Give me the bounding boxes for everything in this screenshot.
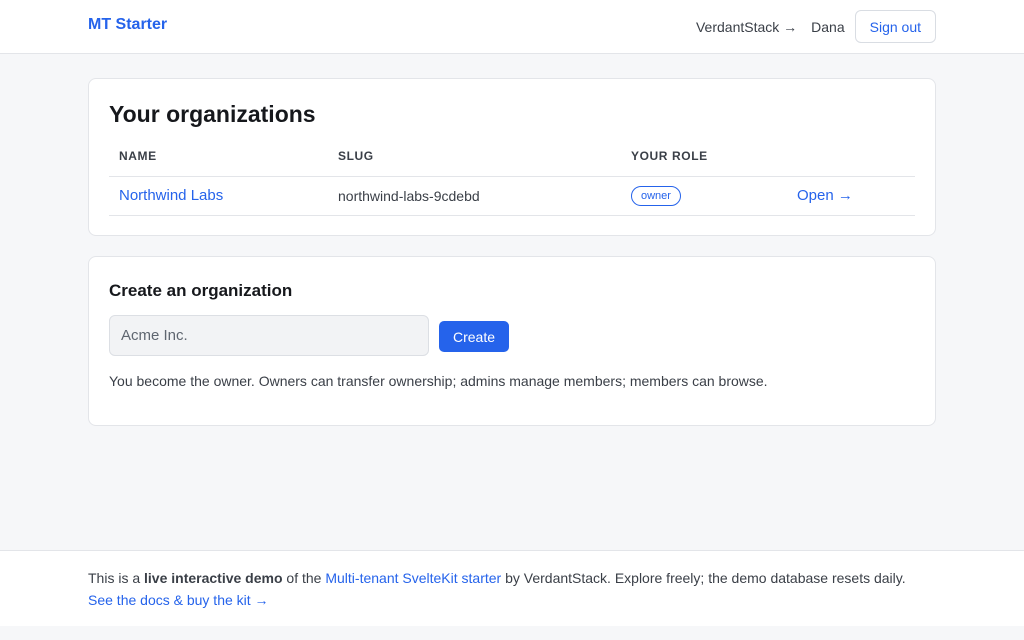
column-header-name: NAME	[109, 137, 328, 177]
organizations-card: Your organizations NAME SLUG YOUR ROLE N…	[88, 78, 936, 236]
column-header-role: YOUR ROLE	[621, 137, 787, 177]
docs-buy-link[interactable]: See the docs & buy the kit →	[88, 592, 269, 608]
org-action-cell: Open →	[787, 176, 915, 216]
create-organization-card: Create an organization Create You become…	[88, 256, 936, 426]
footer-prefix: This is a	[88, 570, 141, 586]
footer-notice: This is a live interactive demo of the M…	[88, 570, 906, 586]
org-slug-cell: northwind-labs-9cdebd	[328, 176, 621, 216]
org-name-link[interactable]: Northwind Labs	[119, 187, 223, 204]
footer-docs-line: See the docs & buy the kit →	[88, 592, 269, 608]
org-role-cell: owner	[621, 176, 787, 216]
organizations-table: NAME SLUG YOUR ROLE Northwind Labs north…	[109, 137, 915, 216]
starter-kit-link[interactable]: Multi-tenant SvelteKit starter	[325, 570, 501, 586]
open-org-link[interactable]: Open →	[797, 187, 853, 204]
table-row: Northwind Labs northwind-labs-9cdebd own…	[109, 176, 915, 216]
create-org-button[interactable]: Create	[439, 321, 510, 352]
org-name-input[interactable]	[109, 315, 429, 356]
current-user-name: Dana	[811, 18, 845, 35]
org-name-cell: Northwind Labs	[109, 176, 328, 216]
footer-mid: of the	[286, 570, 322, 586]
footer-suffix: by VerdantStack. Explore freely; the dem…	[505, 570, 906, 586]
column-header-actions	[787, 137, 915, 177]
brand-logo-link[interactable]: MT Starter	[88, 16, 167, 34]
create-help-text: You become the owner. Owners can transfe…	[109, 373, 768, 389]
role-badge: owner	[631, 185, 681, 206]
top-nav-bar: MT Starter VerdantStack → Dana Sign out	[0, 0, 1024, 54]
org-slug: northwind-labs-9cdebd	[338, 187, 480, 204]
sign-out-button[interactable]: Sign out	[854, 10, 936, 43]
vendor-link[interactable]: VerdantStack →	[696, 19, 797, 35]
nav-right-group: VerdantStack → Dana Sign out	[696, 10, 936, 43]
create-section-title: Create an organization	[109, 281, 293, 300]
table-header-row: NAME SLUG YOUR ROLE	[109, 137, 915, 177]
demo-footer: This is a live interactive demo of the M…	[0, 550, 1024, 626]
column-header-slug: SLUG	[328, 137, 621, 177]
page-title: Your organizations	[109, 101, 316, 127]
footer-bold-text: live interactive demo	[144, 570, 283, 586]
